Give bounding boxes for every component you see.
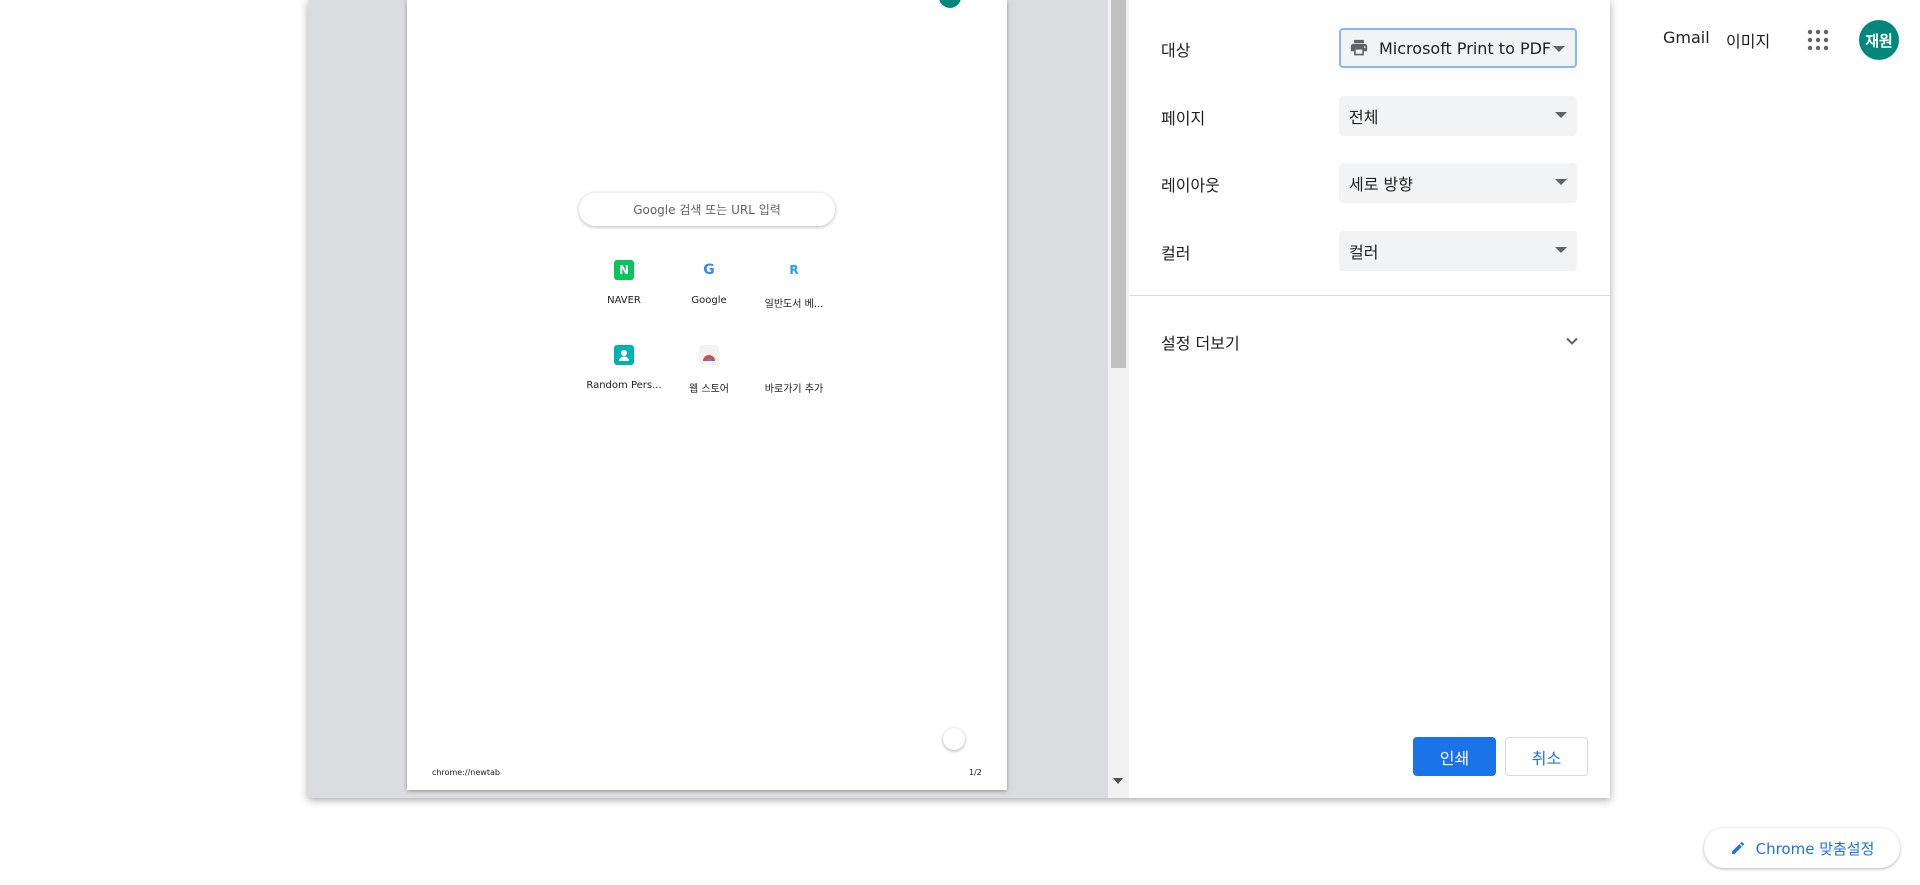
- more-settings-toggle[interactable]: 설정 더보기: [1161, 330, 1240, 354]
- preview-search-box: Google 검색 또는 URL 입력: [579, 193, 835, 226]
- destination-value: Microsoft Print to PDF: [1379, 38, 1552, 58]
- chevron-down-icon: [1555, 179, 1567, 185]
- print-preview-area[interactable]: Google 검색 또는 URL 입력 N NAVER G Google R 일…: [308, 0, 1129, 798]
- customize-chrome-label: Chrome 맞춤설정: [1755, 839, 1875, 858]
- print-dialog: Google 검색 또는 URL 입력 N NAVER G Google R 일…: [308, 0, 1610, 798]
- webstore-icon: [699, 345, 719, 365]
- tile-label: Random Pers...: [586, 380, 662, 391]
- preview-scrollbar-thumb[interactable]: [1111, 0, 1126, 368]
- expand-chevron-icon[interactable]: [1565, 334, 1579, 348]
- naver-icon: N: [614, 260, 634, 280]
- color-label: 컬러: [1161, 244, 1191, 263]
- preview-page: Google 검색 또는 URL 입력 N NAVER G Google R 일…: [407, 0, 1007, 790]
- tile-label: 웹 스토어: [689, 384, 729, 395]
- color-value: 컬러: [1349, 243, 1379, 262]
- print-settings-panel: 대상 Microsoft Print to PDF 페이지 전체 레이아웃 세로…: [1129, 0, 1610, 798]
- printer-icon: [1350, 39, 1368, 56]
- settings-divider: [1129, 295, 1610, 296]
- account-avatar[interactable]: 재원: [1859, 20, 1899, 60]
- color-select[interactable]: 컬러: [1339, 231, 1577, 271]
- tile-random-person: Random Pers...: [583, 345, 665, 391]
- preview-footer-page: 1/2: [969, 768, 982, 777]
- tile-naver: N NAVER: [583, 260, 665, 306]
- print-button[interactable]: 인쇄: [1413, 737, 1496, 776]
- pages-label: 페이지: [1161, 109, 1206, 128]
- add-shortcut-icon: [784, 345, 804, 365]
- layout-label: 레이아웃: [1161, 176, 1220, 195]
- destination-label: 대상: [1161, 41, 1191, 60]
- google-icon: G: [703, 262, 715, 278]
- cancel-button[interactable]: 취소: [1505, 737, 1588, 776]
- customize-chrome-button[interactable]: Chrome 맞춤설정: [1704, 828, 1900, 868]
- pages-select[interactable]: 전체: [1339, 96, 1577, 136]
- destination-select[interactable]: Microsoft Print to PDF: [1339, 28, 1577, 68]
- pages-value: 전체: [1349, 108, 1379, 127]
- preview-customize-circle: [943, 728, 965, 750]
- chevron-down-icon: [1555, 112, 1567, 118]
- person-icon: [614, 345, 634, 365]
- scroll-down-arrow-icon[interactable]: [1113, 778, 1123, 784]
- apps-grid-icon[interactable]: [1806, 28, 1830, 52]
- chevron-down-icon: [1553, 46, 1565, 52]
- images-link[interactable]: 이미지: [1726, 28, 1770, 52]
- preview-footer-url: chrome://newtab: [432, 768, 500, 777]
- gmail-link[interactable]: Gmail: [1663, 28, 1710, 47]
- chevron-down-icon: [1555, 247, 1567, 253]
- tile-ridi: R 일반도서 베...: [753, 260, 835, 310]
- tile-add-shortcut: 바로가기 추가: [753, 345, 835, 395]
- tile-label: 바로가기 추가: [764, 384, 824, 395]
- tile-webstore: 웹 스토어: [668, 345, 750, 395]
- tile-google: G Google: [668, 260, 750, 306]
- layout-value: 세로 방향: [1349, 175, 1413, 194]
- tile-label: Google: [691, 295, 727, 306]
- tile-label: NAVER: [607, 295, 641, 306]
- tile-label: 일반도서 베...: [764, 299, 824, 310]
- layout-select[interactable]: 세로 방향: [1339, 163, 1577, 203]
- ridi-icon: R: [789, 263, 799, 277]
- pencil-icon: [1731, 841, 1744, 854]
- mini-avatar: [939, 0, 961, 8]
